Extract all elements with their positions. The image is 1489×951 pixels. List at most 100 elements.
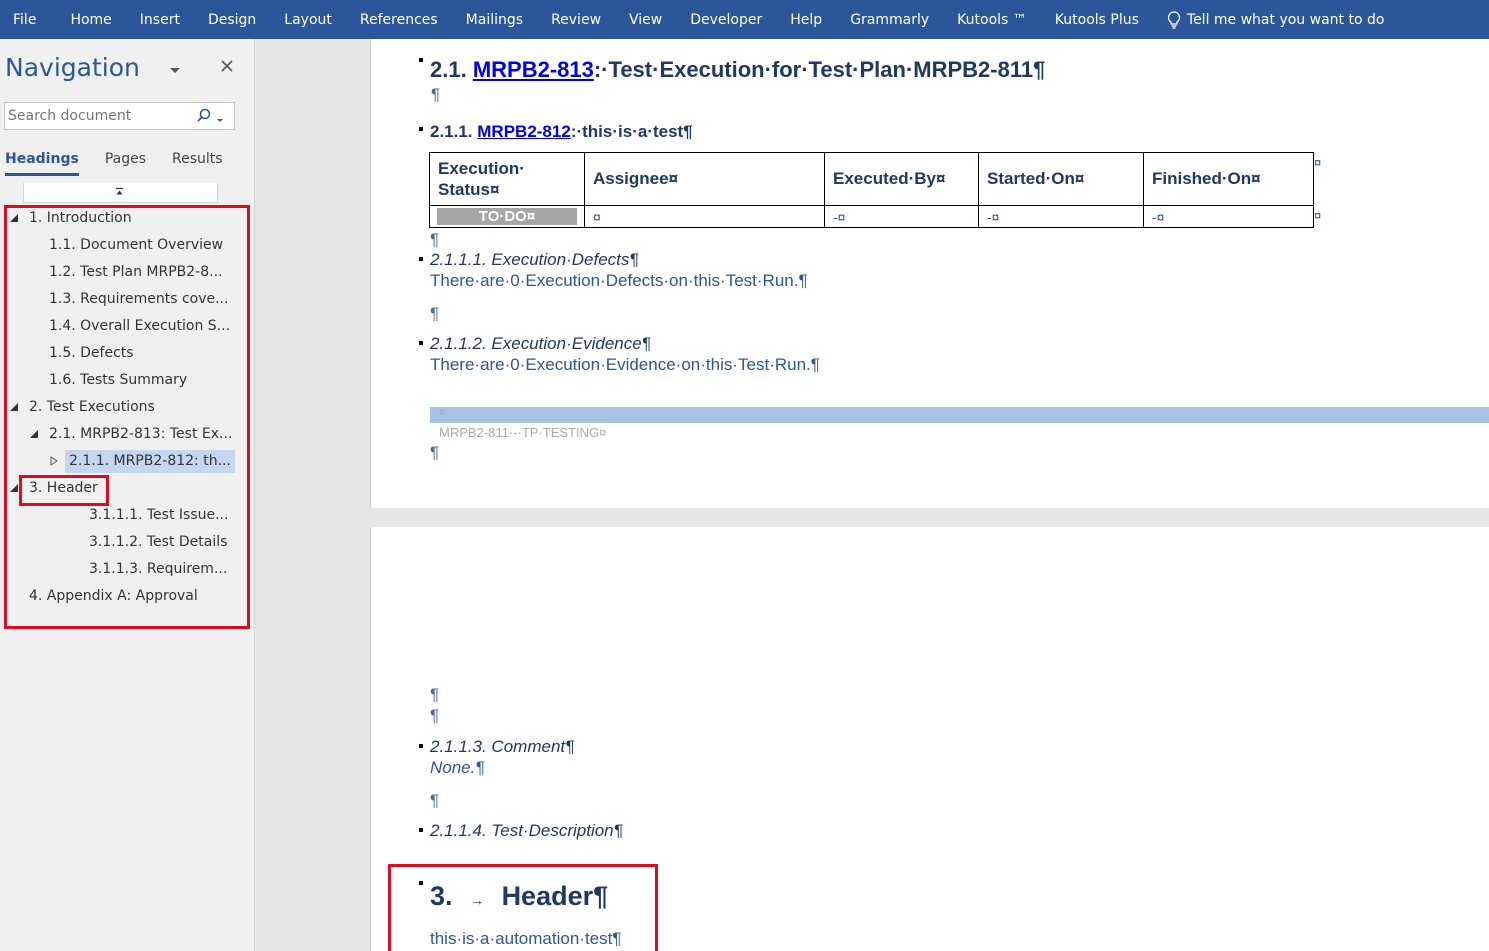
tab-results[interactable]: Results — [172, 151, 223, 176]
heading-2-1-1: 2.1.1. MRPB2-812:·this·is·a·test¶ — [430, 122, 693, 142]
nav-tree-item[interactable]: 2.1. MRPB2-813: Test Ex... — [0, 421, 254, 448]
comment-text: None.¶ — [430, 758, 485, 777]
nav-tree-item[interactable]: 1.3. Requirements cove... — [0, 286, 254, 313]
nav-tree-label: 4. Appendix A: Approval — [29, 588, 198, 604]
heading-2-1-number: 2.1. — [430, 57, 473, 82]
nav-tree-item[interactable]: 1.4. Overall Execution S... — [0, 313, 254, 340]
search-input[interactable] — [5, 108, 191, 124]
nav-tree-item[interactable]: 1.6. Tests Summary — [0, 367, 254, 394]
expanded-triangle-icon[interactable] — [9, 475, 21, 502]
nav-tree-label: 1.6. Tests Summary — [49, 372, 188, 388]
nav-tree-label: 1. Introduction — [29, 210, 132, 226]
search-icon[interactable] — [195, 107, 213, 125]
menu-developer[interactable]: Developer — [676, 12, 776, 28]
menu-view[interactable]: View — [615, 12, 676, 28]
menu-kutools-plus[interactable]: Kutools Plus — [1041, 12, 1153, 28]
scroll-to-top-button[interactable] — [23, 183, 218, 203]
nav-tree-item[interactable]: 3.1.1.3. Requirem... — [0, 556, 254, 583]
nav-tree-item[interactable]: 2.1.1. MRPB2-812: th... — [0, 448, 254, 475]
nav-tree-item[interactable]: 1.5. Defects — [0, 340, 254, 367]
empty-paragraph: ¶ — [430, 685, 440, 704]
paragraph-mark-bullet — [419, 341, 423, 345]
search-options-chevron-down-icon[interactable] — [215, 111, 225, 122]
empty-paragraph: ¶ — [430, 230, 440, 249]
nav-tree-label: 1.3. Requirements cove... — [49, 291, 229, 307]
nav-tree-item[interactable]: 1.2. Test Plan MRPB2-8... — [0, 259, 254, 286]
footer-bar-mark: ¤ — [439, 407, 445, 418]
header-finished-on: Finished·On¤ — [1143, 152, 1314, 206]
lightbulb-icon — [1167, 10, 1181, 29]
cell-started-on: -¤ — [978, 205, 1144, 228]
menu-insert[interactable]: Insert — [126, 12, 194, 28]
tab-arrow-mark: → — [470, 892, 485, 908]
nav-tree-label: 1.1. Document Overview — [49, 237, 224, 253]
expanded-triangle-icon[interactable] — [29, 421, 41, 448]
nav-tree-item[interactable]: 3.1.1.1. Test Issue... — [0, 502, 254, 529]
header-started-on: Started·On¤ — [978, 152, 1144, 206]
navigation-title: Navigation — [5, 53, 140, 82]
menu-layout[interactable]: Layout — [270, 12, 346, 28]
navigation-pane: Navigation Headings Pages Results 1. Int… — [0, 39, 255, 951]
heading-test-description: 2.1.1.4. Test·Description¶ — [430, 821, 623, 840]
nav-tree-label: 3. Header — [29, 480, 98, 496]
nav-tree-label: 2.1. MRPB2-813: Test Ex... — [49, 426, 233, 442]
nav-tree-item[interactable]: 2. Test Executions — [0, 394, 254, 421]
empty-paragraph: ¶ — [431, 85, 441, 104]
menu-grammarly[interactable]: Grammarly — [836, 12, 943, 28]
tab-pages[interactable]: Pages — [105, 151, 146, 176]
menu-design[interactable]: Design — [194, 12, 270, 28]
menu-kutools[interactable]: Kutools ™ — [943, 12, 1041, 28]
status-badge: TO·DO¤ — [437, 208, 577, 225]
menu-review[interactable]: Review — [537, 12, 615, 28]
header-body-text: this·is·a·automation·test¶ — [430, 929, 622, 948]
paragraph-mark-bullet — [419, 257, 423, 261]
heading-3-number: 3. — [430, 881, 453, 911]
menu-home[interactable]: Home — [56, 12, 125, 28]
paragraph-mark-bullet — [419, 828, 423, 832]
document-page-2: ¶ ¶ 2.1.1.3. Comment¶ None.¶ ¶ 2.1.1.4. … — [370, 527, 1489, 951]
heading-execution-evidence: 2.1.1.2. Execution·Evidence¶ — [430, 334, 651, 353]
header-execution-status: Execution· Status¤ — [429, 152, 585, 206]
link-mrpb2-812[interactable]: MRPB2-812 — [477, 122, 571, 141]
menu-file[interactable]: File — [0, 12, 56, 28]
empty-paragraph: ¶ — [430, 791, 440, 810]
pane-options-chevron-down-icon[interactable] — [168, 61, 182, 73]
paragraph-mark-bullet — [419, 127, 423, 131]
expanded-triangle-icon[interactable] — [9, 205, 21, 232]
nav-tree-item[interactable]: 3.1.1.2. Test Details — [0, 529, 254, 556]
document-page-1: 2.1. MRPB2-813:·Test·Execution·for·Test·… — [370, 39, 1489, 508]
nav-tree-label: 1.2. Test Plan MRPB2-8... — [49, 264, 223, 280]
link-mrpb2-813[interactable]: MRPB2-813 — [473, 57, 594, 82]
menu-mailings[interactable]: Mailings — [452, 12, 537, 28]
defects-text: There·are·0·Execution·Defects·on·this·Te… — [430, 271, 808, 290]
header-executed-by: Executed·By¤ — [824, 152, 979, 206]
row-end-mark: ¤ — [1314, 155, 1322, 170]
menu-help[interactable]: Help — [776, 12, 836, 28]
evidence-text: There·are·0·Execution·Evidence·on·this·T… — [430, 355, 820, 374]
heading-execution-defects: 2.1.1.1. Execution·Defects¶ — [430, 250, 639, 269]
heading-3-text: Header¶ — [501, 881, 609, 911]
nav-tree-item[interactable]: 1. Introduction — [0, 205, 254, 232]
tab-headings[interactable]: Headings — [5, 151, 79, 176]
tell-me-box[interactable]: Tell me what you want to do — [1153, 10, 1385, 29]
footer-bar: ¤ — [430, 407, 1489, 423]
nav-tree-item[interactable]: 1.1. Document Overview — [0, 232, 254, 259]
collapse-up-icon — [115, 187, 124, 199]
nav-tree-label: 3.1.1.3. Requirem... — [89, 561, 228, 577]
nav-tree-label: 1.4. Overall Execution S... — [49, 318, 231, 334]
nav-tree-label: 2.1.1. MRPB2-812: th... — [65, 450, 235, 473]
expanded-triangle-icon[interactable] — [9, 394, 21, 421]
nav-tree-item[interactable]: 4. Appendix A: Approval — [0, 583, 254, 610]
document-area[interactable]: 2.1. MRPB2-813:·Test·Execution·for·Test·… — [255, 39, 1489, 951]
close-icon[interactable] — [218, 57, 236, 75]
empty-paragraph: ¶ — [430, 304, 440, 323]
headings-tree: 1. Introduction 1.1. Document Overview 1.2… — [0, 205, 254, 610]
nav-tree-label: 1.5. Defects — [49, 345, 134, 361]
collapsed-triangle-icon[interactable] — [49, 448, 61, 475]
cell-assignee: ¤ — [584, 205, 825, 228]
menu-references[interactable]: References — [346, 12, 452, 28]
tell-me-label: Tell me what you want to do — [1186, 11, 1385, 28]
nav-tree-label: 3.1.1.2. Test Details — [89, 534, 228, 550]
nav-tree-item[interactable]: 3. Header — [0, 475, 254, 502]
paragraph-mark-bullet — [419, 744, 423, 748]
